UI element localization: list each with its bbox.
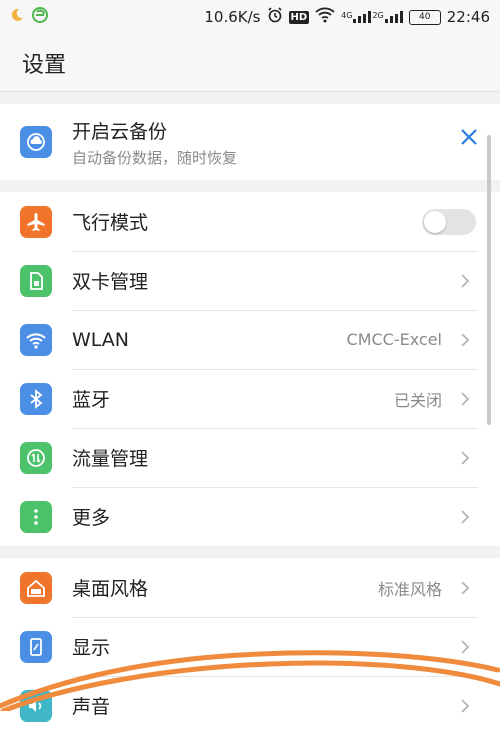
signal-icon: 4G 2G	[341, 11, 403, 23]
net-speed: 10.6K/s	[204, 8, 261, 26]
chevron-right-icon	[452, 698, 478, 714]
wlan-value: CMCC-Excel	[346, 330, 442, 349]
hd-badge: HD	[288, 10, 310, 24]
chevron-right-icon	[452, 639, 478, 655]
airplane-mode-row[interactable]: 飞行模式	[0, 192, 500, 251]
airplane-mode-toggle[interactable]	[422, 208, 476, 235]
more-row[interactable]: 更多	[0, 487, 500, 546]
cloud-backup-card[interactable]: 开启云备份 自动备份数据，随时恢复	[0, 104, 500, 180]
chevron-right-icon	[452, 580, 478, 596]
page-title: 设置	[22, 52, 67, 78]
airplane-mode-label: 飞行模式	[72, 212, 149, 234]
more-icon	[20, 500, 52, 533]
chevron-right-icon	[452, 509, 478, 525]
wlan-row[interactable]: WLAN CMCC-Excel	[0, 310, 500, 369]
dual-sim-row[interactable]: 双卡管理	[0, 251, 500, 310]
data-usage-label: 流量管理	[72, 448, 149, 470]
backup-title: 开启云备份	[72, 120, 168, 143]
app-bar: 设置	[0, 34, 500, 92]
airplane-icon	[20, 205, 52, 238]
toggle-knob	[424, 210, 446, 233]
more-label: 更多	[72, 507, 111, 529]
sound-label: 声音	[72, 696, 111, 718]
home-style-value: 标准风格	[377, 579, 442, 599]
backup-subtitle: 自动备份数据，随时恢复	[72, 148, 238, 167]
wlan-label: WLAN	[72, 328, 130, 351]
settings-group-connectivity: 飞行模式 双卡管理 WLAN CMCC-Excel 蓝牙 已关闭 流量管理 更多	[0, 192, 500, 546]
sim-card-icon	[20, 264, 52, 297]
clock: 22:46	[446, 8, 490, 26]
dual-sim-label: 双卡管理	[72, 271, 149, 293]
wifi-icon	[20, 323, 52, 356]
moon-icon	[10, 8, 24, 26]
spacer	[0, 92, 500, 104]
bluetooth-row[interactable]: 蓝牙 已关闭	[0, 369, 500, 428]
chevron-right-icon	[452, 450, 478, 466]
wifi-icon	[315, 7, 335, 27]
status-bar: 10.6K/s HD 4G 2G 40 22:46	[0, 0, 500, 34]
home-style-label: 桌面风格	[72, 578, 149, 600]
bluetooth-label: 蓝牙	[72, 389, 111, 411]
chevron-right-icon	[452, 332, 478, 348]
sound-icon	[20, 689, 52, 722]
bluetooth-value: 已关闭	[393, 390, 442, 410]
home-style-row[interactable]: 桌面风格 标准风格	[0, 558, 500, 617]
chevron-right-icon	[452, 391, 478, 407]
battery-icon: 40	[408, 9, 441, 25]
data-usage-icon	[20, 441, 52, 474]
close-icon[interactable]	[460, 128, 478, 150]
scrollbar[interactable]	[487, 135, 491, 425]
display-label: 显示	[72, 637, 111, 659]
spacer	[0, 546, 500, 558]
cloud-backup-icon	[20, 126, 52, 158]
alarm-icon	[267, 7, 283, 27]
spacer	[0, 180, 500, 192]
home-icon	[20, 571, 52, 604]
display-row[interactable]: 显示	[0, 617, 500, 676]
data-usage-row[interactable]: 流量管理	[0, 428, 500, 487]
display-icon	[20, 630, 52, 663]
browser-e-icon	[32, 7, 48, 27]
bluetooth-icon	[20, 382, 52, 415]
chevron-right-icon	[452, 273, 478, 289]
settings-group-display: 桌面风格 标准风格 显示 声音	[0, 558, 500, 735]
sound-row[interactable]: 声音	[0, 676, 500, 735]
